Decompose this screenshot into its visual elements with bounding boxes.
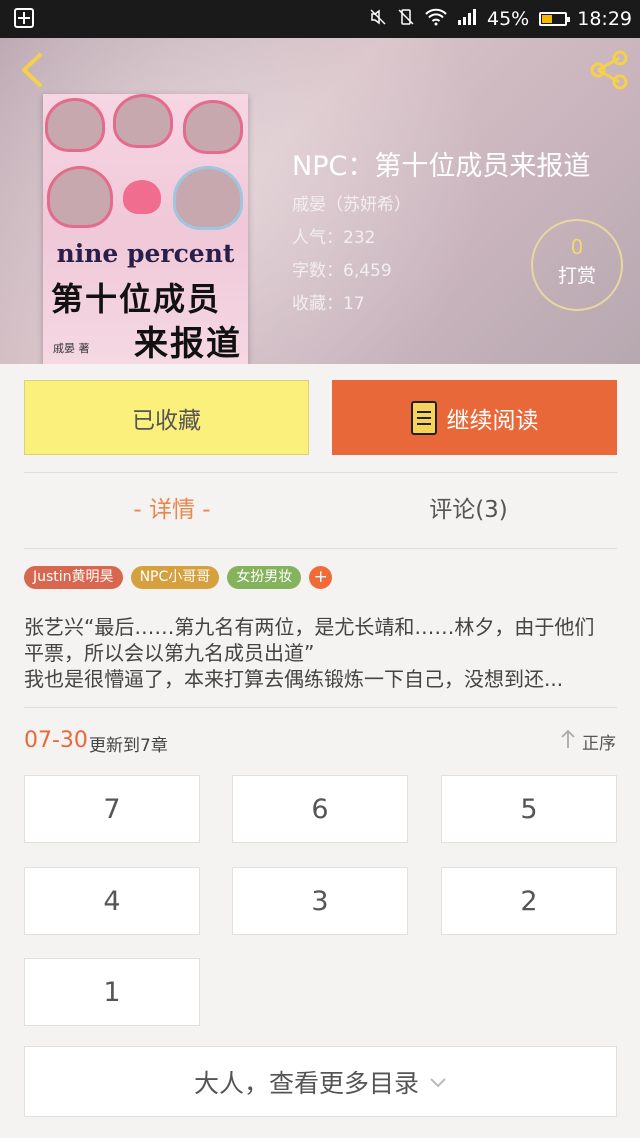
chevron-left-icon [22, 53, 42, 87]
tab-comments[interactable]: 评论(3) [320, 490, 617, 524]
continue-reading-button[interactable]: 继续阅读 [332, 380, 617, 455]
chapter-button[interactable]: 1 [24, 958, 200, 1026]
summary-line: 平票，所以会以第九名成员出道” [24, 641, 315, 665]
book-summary[interactable]: 张艺兴“最后……第九名有两位，是尤长靖和……林夕，由于他们 平票，所以会以第九名… [24, 614, 620, 692]
cover-title-cn2: 来报道 [134, 324, 242, 364]
signal-icon [457, 8, 477, 30]
tip-button[interactable]: 0 打赏 [531, 219, 623, 311]
arrow-up-icon [560, 729, 576, 754]
book-header: nine percent 第十位成员 来报道 戚晏 著 NPC：第十位成员来报道… [0, 38, 640, 364]
update-date: 07-30 [24, 728, 88, 753]
tag-list: Justin黄明昊 NPC小哥哥 女扮男妆 + [24, 566, 333, 589]
book-icon [410, 400, 437, 435]
favorited-button[interactable]: 已收藏 [24, 380, 309, 455]
chapter-button[interactable]: 4 [24, 867, 200, 935]
update-text: 更新到7章 [89, 736, 168, 756]
wifi-icon [425, 8, 447, 31]
add-tag-button[interactable]: + [309, 566, 333, 589]
book-favorites: 收藏：17 [292, 294, 365, 314]
tag-item[interactable]: NPC小哥哥 [130, 566, 220, 589]
sort-label: 正序 [582, 734, 616, 754]
more-chapters-button[interactable]: 大人，查看更多目录 [24, 1046, 617, 1117]
cover-heart-icon [123, 180, 161, 214]
continue-reading-label: 继续阅读 [446, 407, 539, 434]
chapter-button[interactable]: 6 [232, 775, 408, 843]
battery-percent: 45% [487, 8, 530, 30]
chevron-down-icon [429, 1070, 447, 1094]
book-word-count: 字数：6,459 [292, 261, 392, 281]
chapter-button[interactable]: 3 [232, 867, 408, 935]
mute-icon [369, 8, 387, 31]
divider [24, 472, 617, 473]
book-popularity: 人气：232 [292, 228, 376, 248]
cover-heart-photo [173, 166, 243, 230]
divider [24, 548, 617, 549]
back-button[interactable] [16, 52, 48, 88]
chapter-button[interactable]: 2 [441, 867, 617, 935]
summary-line: 我也是很懵逼了，本来打算去偶练锻炼一下自己，没想到还... [24, 667, 564, 691]
favorited-label: 已收藏 [132, 407, 201, 434]
tag-item[interactable]: 女扮男妆 [227, 566, 302, 589]
share-button[interactable] [588, 50, 630, 90]
chapter-button[interactable]: 5 [441, 775, 617, 843]
book-author[interactable]: 戚晏（苏妍希） [292, 190, 411, 215]
more-chapters-label: 大人，查看更多目录 [193, 1068, 419, 1098]
clock: 18:29 [577, 8, 632, 30]
cover-title-cn: 第十位成员 [51, 280, 222, 318]
share-icon [590, 50, 628, 90]
tag-item[interactable]: Justin黄明昊 [24, 566, 123, 589]
tip-label: 打赏 [557, 265, 596, 287]
sort-toggle[interactable]: 正序 [560, 729, 616, 754]
tip-count: 0 [570, 235, 584, 259]
battery-icon [539, 12, 571, 26]
cover-author: 戚晏 著 [53, 342, 90, 355]
divider [24, 707, 617, 708]
tab-detail[interactable]: - 详情 - [24, 490, 320, 524]
chapter-button[interactable]: 7 [24, 775, 200, 843]
vibrate-off-icon [397, 8, 415, 31]
cover-heart-photo [47, 166, 113, 228]
cover-heart-photo [183, 100, 243, 154]
summary-line: 张艺兴“最后……第九名有两位，是尤长靖和……林夕，由于他们 [24, 615, 595, 639]
cover-title-en: nine percent [56, 239, 235, 268]
book-cover[interactable]: nine percent 第十位成员 来报道 戚晏 著 [43, 94, 248, 364]
status-bar: 45% 18:29 [0, 0, 640, 38]
cover-heart-photo [113, 94, 173, 148]
book-title: NPC：第十位成员来报道 [292, 151, 591, 182]
cover-heart-photo [45, 98, 105, 152]
add-notification-icon [14, 8, 34, 28]
